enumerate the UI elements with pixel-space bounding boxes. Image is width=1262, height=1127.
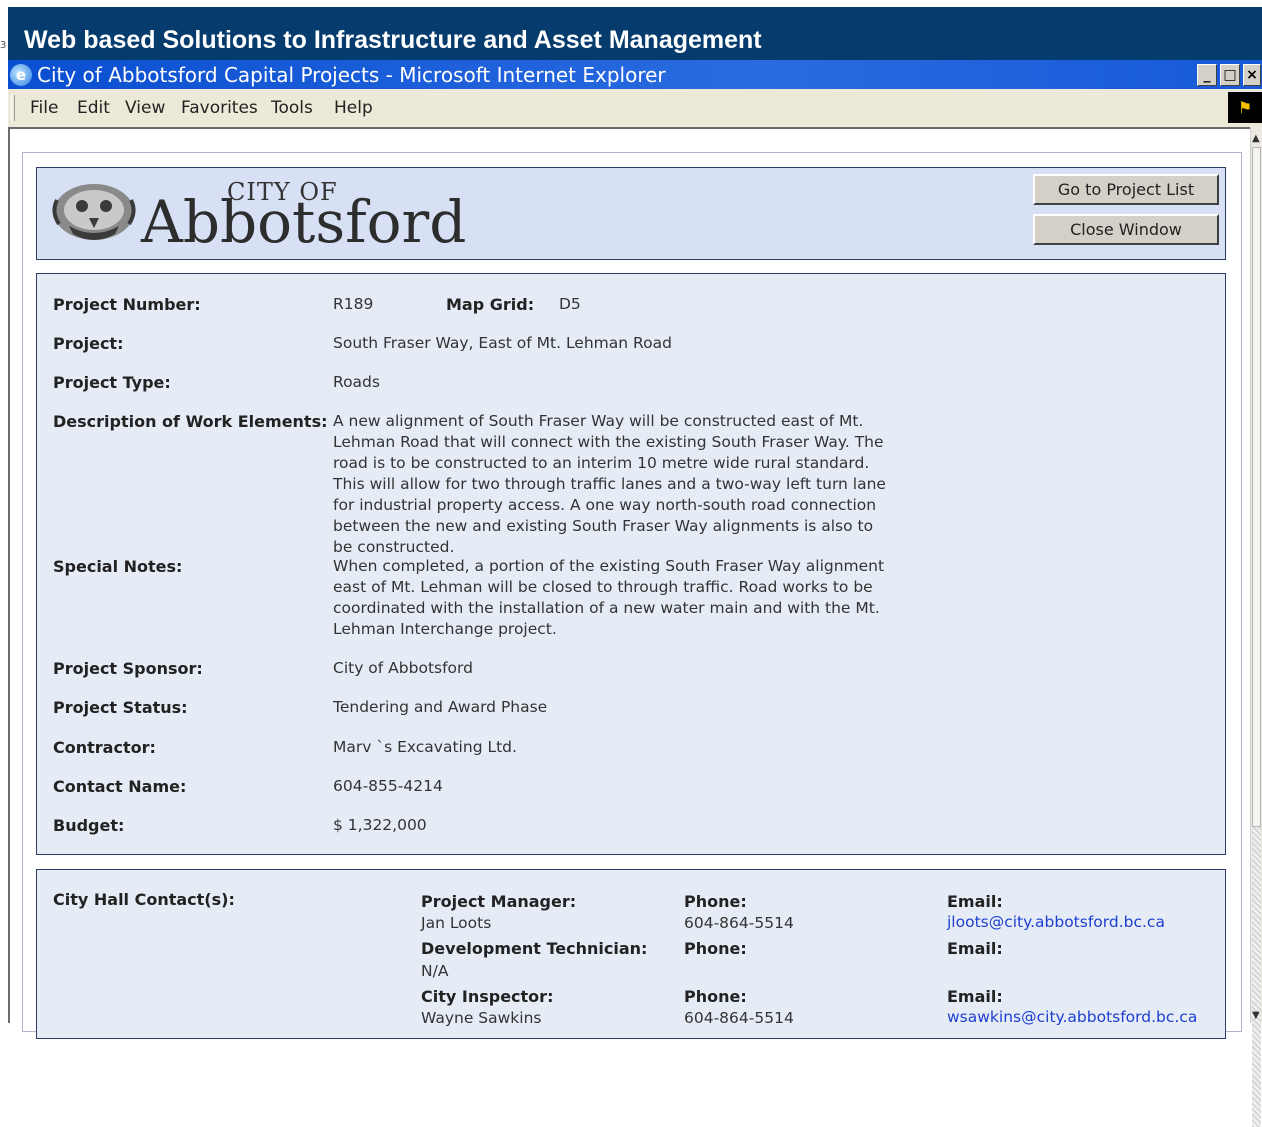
city-inspector-email-label: Email: bbox=[947, 987, 1003, 1006]
scrollbar-thumb[interactable] bbox=[1252, 147, 1261, 827]
budget-value: $ 1,322,000 bbox=[333, 816, 427, 834]
site-header: CITY OF Abbotsford Go to Project List Cl… bbox=[36, 167, 1226, 260]
map-grid-label: Map Grid: bbox=[446, 295, 535, 314]
project-details-panel: Project Number: R189 Map Grid: D5 Projec… bbox=[36, 273, 1226, 855]
contact-name-value: 604-855-4214 bbox=[333, 777, 443, 795]
project-status-value: Tendering and Award Phase bbox=[333, 698, 548, 716]
city-inspector-role: City Inspector: bbox=[421, 987, 554, 1006]
contractor-value: Marv `s Excavating Ltd. bbox=[333, 738, 517, 756]
city-inspector-name: Wayne Sawkins bbox=[421, 1009, 542, 1027]
development-technician-name: N/A bbox=[421, 962, 449, 980]
slide-title: Web based Solutions to Infrastructure an… bbox=[24, 26, 762, 54]
project-manager-role: Project Manager: bbox=[421, 892, 577, 911]
project-status-label: Project Status: bbox=[53, 698, 188, 717]
project-type-value: Roads bbox=[333, 373, 380, 391]
window-title: City of Abbotsford Capital Projects - Mi… bbox=[37, 63, 666, 87]
budget-label: Budget: bbox=[53, 816, 125, 835]
project-value: South Fraser Way, East of Mt. Lehman Roa… bbox=[333, 334, 672, 352]
project-manager-email-link[interactable]: jloots@city.abbotsford.bc.ca bbox=[947, 913, 1165, 931]
close-window-button[interactable]: × bbox=[1243, 64, 1261, 86]
menu-view[interactable]: View bbox=[125, 98, 165, 118]
slide-banner: 3 Web based Solutions to Infrastructure … bbox=[0, 0, 1262, 60]
internet-explorer-icon: e bbox=[10, 64, 32, 86]
project-number-value: R189 bbox=[333, 295, 374, 313]
minimize-button[interactable]: _ bbox=[1197, 64, 1217, 86]
city-emblem-icon bbox=[52, 184, 136, 240]
project-manager-phone-label: Phone: bbox=[684, 892, 747, 911]
development-technician-phone-label: Phone: bbox=[684, 939, 747, 958]
logo-wordmark: Abbotsford bbox=[141, 188, 467, 256]
project-manager-email-label: Email: bbox=[947, 892, 1003, 911]
vertical-scrollbar[interactable]: ▲ ▼ bbox=[1250, 127, 1262, 1127]
description-label: Description of Work Elements: bbox=[53, 412, 328, 431]
city-inspector-phone: 604-864-5514 bbox=[684, 1009, 794, 1027]
menu-favorites[interactable]: Favorites bbox=[181, 98, 258, 118]
menu-edit[interactable]: Edit bbox=[77, 98, 110, 118]
close-window-page-button[interactable]: Close Window bbox=[1033, 214, 1219, 245]
project-type-label: Project Type: bbox=[53, 373, 171, 392]
map-grid-value: D5 bbox=[559, 295, 581, 313]
menu-file[interactable]: File bbox=[30, 98, 58, 118]
menu-tools[interactable]: Tools bbox=[271, 98, 313, 118]
project-number-label: Project Number: bbox=[53, 295, 201, 314]
scroll-down-icon[interactable]: ▼ bbox=[1252, 1010, 1260, 1021]
slide-edge-text: 3 bbox=[0, 40, 7, 51]
special-notes-label: Special Notes: bbox=[53, 557, 183, 576]
city-inspector-email-link[interactable]: wsawkins@city.abbotsford.bc.ca bbox=[947, 1008, 1197, 1026]
special-notes-value: When completed, a portion of the existin… bbox=[333, 557, 885, 638]
scrollbar-track[interactable] bbox=[1252, 827, 1261, 1127]
project-manager-name: Jan Loots bbox=[421, 914, 492, 932]
windows-logo-icon: ⚑ bbox=[1228, 92, 1262, 123]
go-to-project-list-button[interactable]: Go to Project List bbox=[1033, 174, 1219, 205]
development-technician-email-label: Email: bbox=[947, 939, 1003, 958]
development-technician-role: Development Technician: bbox=[421, 939, 648, 958]
project-label: Project: bbox=[53, 334, 124, 353]
contractor-label: Contractor: bbox=[53, 738, 156, 757]
project-sponsor-value: City of Abbotsford bbox=[333, 659, 473, 677]
window-titlebar[interactable]: e City of Abbotsford Capital Projects - … bbox=[8, 60, 1262, 89]
description-value: A new alignment of South Fraser Way will… bbox=[333, 412, 886, 556]
menu-help[interactable]: Help bbox=[334, 98, 373, 118]
restore-icon: □ bbox=[1223, 67, 1237, 83]
scroll-up-icon[interactable]: ▲ bbox=[1252, 133, 1260, 144]
contacts-heading: City Hall Contact(s): bbox=[53, 890, 235, 909]
maximize-button[interactable]: □ bbox=[1220, 64, 1240, 86]
city-hall-contacts-panel: City Hall Contact(s): Project Manager: J… bbox=[36, 869, 1226, 1039]
city-inspector-phone-label: Phone: bbox=[684, 987, 747, 1006]
toolbar-grip[interactable] bbox=[11, 95, 15, 121]
menu-bar: File Edit View Favorites Tools Help ⚑ bbox=[8, 89, 1262, 128]
project-manager-phone: 604-864-5514 bbox=[684, 914, 794, 932]
contact-name-label: Contact Name: bbox=[53, 777, 187, 796]
project-sponsor-label: Project Sponsor: bbox=[53, 659, 203, 678]
